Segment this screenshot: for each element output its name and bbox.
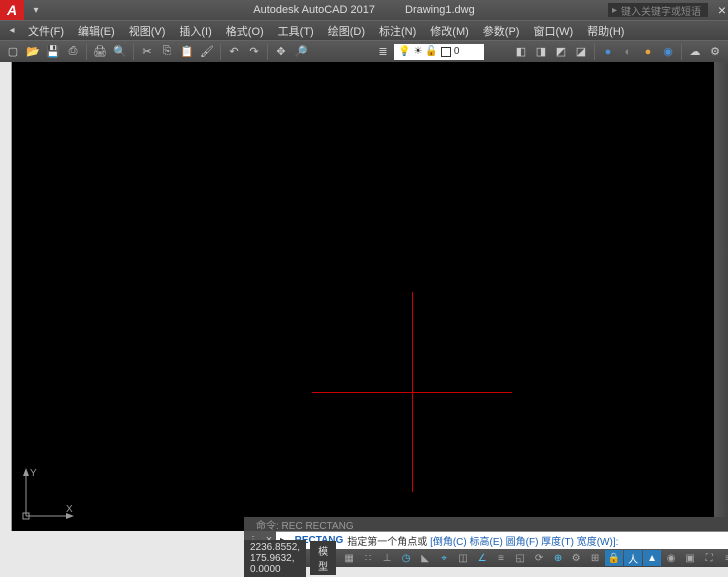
quick-access-toolbar: ▾	[28, 2, 44, 18]
workspace: Y X	[0, 62, 728, 534]
customize-status[interactable]: ≡	[719, 550, 728, 566]
menu-dimension[interactable]: 标注(N)	[373, 21, 422, 41]
menu-window[interactable]: 窗口(W)	[527, 21, 579, 41]
layer-props-button[interactable]: ≣	[374, 43, 392, 61]
cycling-toggle[interactable]: ⟳	[530, 550, 548, 566]
3dosnap-toggle[interactable]: ◫	[454, 550, 472, 566]
left-edge	[0, 62, 12, 534]
lightbulb-icon: 💡	[398, 46, 410, 57]
document-name: Drawing1.dwg	[405, 4, 475, 16]
hardware-accel[interactable]: ◉	[662, 550, 680, 566]
layer-tool-4[interactable]: ◪	[572, 43, 590, 61]
isolate-objects[interactable]: ▣	[681, 550, 699, 566]
title-bar: A ▾ Autodesk AutoCAD 2017 Drawing1.dwg ▸…	[0, 0, 728, 20]
menu-format[interactable]: 格式(O)	[220, 21, 270, 41]
menu-help[interactable]: 帮助(H)	[581, 21, 630, 41]
drawing-canvas[interactable]: Y X	[12, 62, 714, 534]
lineweight-toggle[interactable]: ≡	[492, 550, 510, 566]
svg-text:X: X	[66, 504, 73, 515]
ortho-toggle[interactable]: ⊥	[378, 550, 396, 566]
qat-dropdown-icon[interactable]: ▾	[28, 2, 44, 18]
layer-name: 0	[454, 46, 460, 57]
bottom-left-panel	[0, 531, 244, 567]
transparency-toggle[interactable]: ◱	[511, 550, 529, 566]
render-tool-1[interactable]: ●	[599, 43, 617, 61]
layer-dropdown[interactable]: 💡 ☀ 🔓 0	[394, 44, 484, 60]
menu-file[interactable]: 文件(F)	[22, 21, 70, 41]
menu-view[interactable]: 视图(V)	[123, 21, 172, 41]
menu-draw[interactable]: 绘图(D)	[322, 21, 371, 41]
status-bar: 2236.8552, 175.9632, 0.0000 模型 ▦ ∷ ⊥ ◷ ◣…	[244, 549, 728, 567]
snap-toggle[interactable]: ∷	[359, 550, 377, 566]
pan-button[interactable]: ✥	[272, 43, 290, 61]
preview-button[interactable]: 🔍	[111, 43, 129, 61]
cut-button[interactable]: ✂	[138, 43, 156, 61]
title-text: Autodesk AutoCAD 2017 Drawing1.dwg	[253, 4, 474, 16]
command-history: 命令: REC RECTANG	[244, 517, 728, 531]
coordinates-display[interactable]: 2236.8552, 175.9632, 0.0000	[244, 540, 306, 577]
command-prompt-text: 指定第一个角点或	[347, 533, 427, 548]
svg-text:Y: Y	[30, 468, 37, 479]
close-button[interactable]: ×	[718, 2, 726, 18]
match-button[interactable]: 🖌	[198, 43, 216, 61]
osnap-toggle[interactable]: ⌖	[435, 550, 453, 566]
ucs-icon: Y X	[20, 464, 80, 524]
open-button[interactable]: 📂	[24, 43, 42, 61]
sun-icon: ☀	[413, 46, 422, 57]
model-space-button[interactable]: 模型	[310, 541, 336, 575]
render-tool-4[interactable]: ◉	[659, 43, 677, 61]
status-toggles: ▦ ∷ ⊥ ◷ ◣ ⌖ ◫ ∠ ≡ ◱ ⟳ ⊕	[340, 550, 567, 566]
menu-bar: ◂ 文件(F) 编辑(E) 视图(V) 插入(I) 格式(O) 工具(T) 绘图…	[0, 20, 728, 40]
annotation-monitor[interactable]: ⊞	[586, 550, 604, 566]
iso-toggle[interactable]: ◣	[416, 550, 434, 566]
render-tool-3[interactable]: ●	[639, 43, 657, 61]
dyninput-toggle[interactable]: ⊕	[549, 550, 567, 566]
saveas-button[interactable]: ⎙	[64, 43, 82, 61]
lock-icon: 🔓	[425, 46, 437, 57]
copy-button[interactable]: ⎘	[158, 43, 176, 61]
layer-color-swatch	[441, 47, 451, 57]
menu-insert[interactable]: 插入(I)	[173, 21, 217, 41]
menu-indicator-icon[interactable]: ◂	[4, 23, 20, 39]
annotation-scale[interactable]: 🔒	[605, 550, 623, 566]
app-logo[interactable]: A	[0, 0, 24, 20]
layer-tool-1[interactable]: ◧	[512, 43, 530, 61]
paste-button[interactable]: 📋	[178, 43, 196, 61]
menu-edit[interactable]: 编辑(E)	[72, 21, 121, 41]
crosshair-vertical	[412, 292, 413, 492]
menu-param[interactable]: 参数(P)	[477, 21, 526, 41]
grid-toggle[interactable]: ▦	[340, 550, 358, 566]
cloud-button[interactable]: ☁	[686, 43, 704, 61]
redo-button[interactable]: ↷	[245, 43, 263, 61]
annotation-visibility[interactable]: 人	[624, 550, 642, 566]
search-placeholder: 键入关键字或短语	[621, 3, 701, 18]
command-options: [倒角(C) 标高(E) 圆角(F) 厚度(T) 宽度(W)]:	[430, 533, 618, 548]
layer-tool-3[interactable]: ◩	[552, 43, 570, 61]
new-button[interactable]: ▢	[4, 43, 22, 61]
undo-button[interactable]: ↶	[225, 43, 243, 61]
render-tool-2[interactable]: ◐	[619, 43, 637, 61]
search-input[interactable]: ▸ 键入关键字或短语	[608, 3, 708, 17]
clean-screen[interactable]: ⛶	[700, 550, 718, 566]
command-input[interactable]: ▸_ RECTANG 指定第一个角点或 [倒角(C) 标高(E) 圆角(F) 厚…	[276, 531, 728, 549]
annotation-autoscale[interactable]: ▲	[643, 550, 661, 566]
layer-tool-2[interactable]: ◨	[532, 43, 550, 61]
toolbar: ▢ 📂 💾 ⎙ 🖨 🔍 ✂ ⎘ 📋 🖌 ↶ ↷ ✥ 🔎 ≣ 💡 ☀ 🔓 0 ◧ …	[0, 40, 728, 62]
print-button[interactable]: 🖨	[91, 43, 109, 61]
workspace-switch[interactable]: ⚙	[567, 550, 585, 566]
otrack-toggle[interactable]: ∠	[473, 550, 491, 566]
app-name: Autodesk AutoCAD 2017	[253, 4, 375, 16]
polar-toggle[interactable]: ◷	[397, 550, 415, 566]
zoom-button[interactable]: 🔎	[292, 43, 310, 61]
save-button[interactable]: 💾	[44, 43, 62, 61]
vertical-scrollbar[interactable]	[714, 62, 728, 534]
menu-tools[interactable]: 工具(T)	[272, 21, 320, 41]
menu-modify[interactable]: 修改(M)	[424, 21, 475, 41]
settings-button[interactable]: ⚙	[706, 43, 724, 61]
